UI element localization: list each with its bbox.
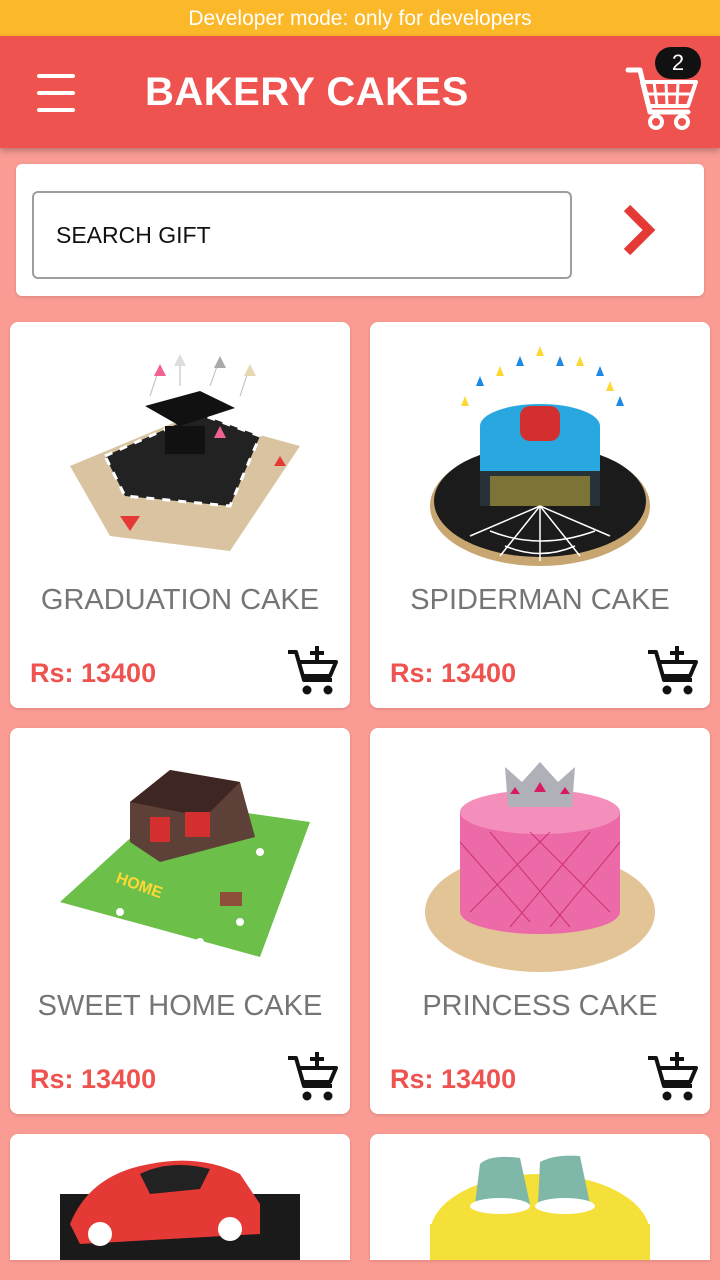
add-to-cart-icon — [648, 1052, 698, 1101]
princess-cake-image — [425, 762, 655, 972]
product-card[interactable] — [370, 1134, 710, 1260]
menu-icon-bar — [37, 108, 75, 112]
add-to-cart-icon — [288, 1052, 338, 1101]
developer-mode-text: Developer mode: only for developers — [188, 7, 532, 30]
developer-mode-banner: Developer mode: only for developers — [0, 0, 720, 36]
product-card[interactable]: SPIDERMAN CAKE Rs: 13400 — [370, 322, 710, 708]
product-price: Rs: 13400 — [390, 658, 517, 688]
add-to-cart-button[interactable] — [646, 1050, 700, 1104]
product-name: GRADUATION CAKE — [40, 584, 320, 616]
add-to-cart-button[interactable] — [646, 644, 700, 698]
product-name: PRINCESS CAKE — [422, 990, 658, 1022]
menu-icon-bar — [37, 91, 75, 95]
baby-shoes-cake-image — [430, 1155, 650, 1260]
product-card[interactable] — [10, 1134, 350, 1260]
product-card[interactable]: PRINCESS CAKE Rs: 13400 — [370, 728, 710, 1114]
product-price: Rs: 13400 — [390, 1064, 517, 1094]
search-input[interactable] — [32, 191, 572, 279]
product-card[interactable]: HOME SWEET HOME CAKE Rs: 13400 — [10, 728, 350, 1114]
sweet-home-cake-image: HOME — [60, 770, 310, 957]
product-name: SWEET HOME CAKE — [37, 990, 323, 1022]
car-cake-image — [60, 1160, 300, 1260]
chevron-right-icon — [623, 204, 656, 256]
spiderman-cake-image — [430, 346, 650, 566]
product-price: Rs: 13400 — [30, 1064, 157, 1094]
add-to-cart-icon — [648, 646, 698, 695]
menu-button[interactable] — [30, 72, 82, 114]
add-to-cart-button[interactable] — [286, 644, 340, 698]
product-card[interactable]: GRADUATION CAKE Rs: 13400 — [10, 322, 350, 708]
cart-count-badge: 2 — [655, 47, 701, 79]
app-bar: BAKERY CAKES 2 — [0, 36, 720, 148]
search-card — [16, 164, 704, 296]
add-to-cart-button[interactable] — [286, 1050, 340, 1104]
product-name: SPIDERMAN CAKE — [410, 584, 670, 616]
search-go-button[interactable] — [611, 200, 667, 260]
graduation-cake-image — [70, 354, 300, 551]
add-to-cart-icon — [288, 646, 338, 695]
product-price: Rs: 13400 — [30, 658, 157, 688]
app-title: BAKERY CAKES — [145, 70, 469, 114]
menu-icon-bar — [37, 74, 75, 78]
